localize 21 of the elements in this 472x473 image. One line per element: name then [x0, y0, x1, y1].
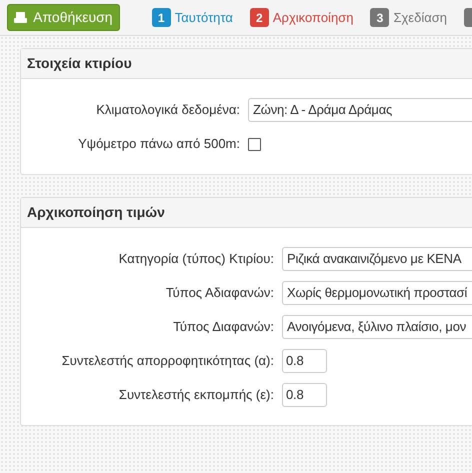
step-tab[interactable]: 1 Ταυτότητα — [152, 8, 233, 28]
select-field[interactable]: Χωρίς θερμομονωτική προστασί — [282, 281, 472, 305]
field-label: Υψόμετρο πάνω από 500m: — [77, 135, 240, 154]
select-field[interactable]: Ανοιγόμενα, ξύλινο πλαίσιο, μον — [282, 315, 472, 339]
field-label: Τύπος Διαφανών: — [172, 318, 274, 336]
field-label: Τύπος Αδιαφανών: — [164, 284, 274, 302]
drive-icon — [14, 12, 28, 23]
checkbox[interactable] — [248, 138, 261, 150]
field-label: Κατηγορία (τύπος) Κτιρίου: — [118, 250, 274, 268]
field-label: Συντελεστής απορροφητικότητας (α): — [60, 352, 274, 370]
field-label: Κλιματολογικά δεδομένα: — [95, 101, 240, 120]
number-field[interactable]: 0.8 — [282, 383, 327, 407]
number-field[interactable]: 0.8 — [282, 349, 327, 373]
step-tab[interactable]: 2 Αρχικοποίηση — [250, 8, 354, 28]
field-label: Συντελεστής εκπομπής (ε): — [118, 386, 274, 404]
select-field[interactable]: Ριζικά ανακαινιζόμενο με ΚΕΝΑ — [282, 247, 472, 271]
panel-title: Αρχικοποίηση τιμών — [21, 198, 472, 228]
select-field[interactable]: Ζώνη: Δ - Δράμα Δράμας — [248, 98, 472, 122]
step-tab[interactable]: 3 Σχεδίαση — [370, 8, 447, 28]
step-badge — [464, 8, 472, 27]
panel-title: Στοιχεία κτιρίου — [21, 49, 472, 79]
